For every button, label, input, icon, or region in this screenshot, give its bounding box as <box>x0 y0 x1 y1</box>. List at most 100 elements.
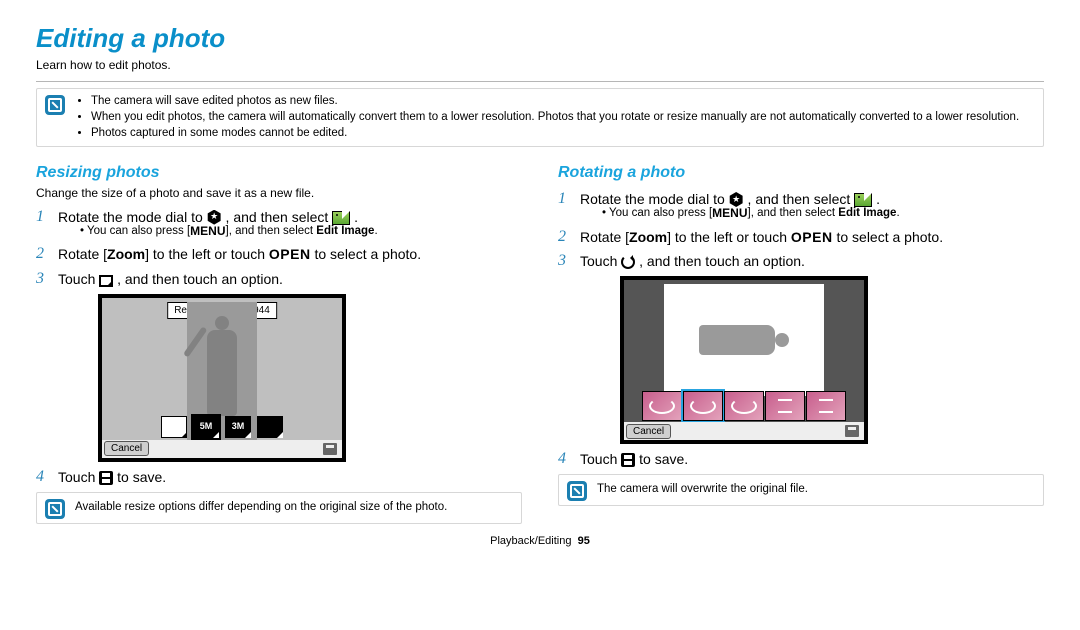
step-text: to save. <box>639 451 688 467</box>
column-rotating: Rotating a photo Rotate the mode dial to… <box>558 159 1044 524</box>
rotating-steps: Rotate the mode dial to , and then selec… <box>558 190 1044 468</box>
step-text: Touch <box>58 271 99 287</box>
camera-screen-resize: Resize : 2592 X 1944 5M 3M C <box>98 294 346 462</box>
rotate-option[interactable] <box>724 391 764 421</box>
step-text: to select a photo. <box>833 229 944 245</box>
step-3: Touch , and then touch an option. Rotate… <box>558 252 1044 444</box>
resize-option-label: 3M <box>232 421 245 433</box>
substep-text: You can also press [ <box>87 225 190 237</box>
note-list: The camera will save edited photos as ne… <box>75 93 1019 142</box>
step-text: ] to the left or touch <box>667 229 791 245</box>
open-label: OPEN <box>269 246 311 262</box>
mode-dial-icon <box>207 210 222 225</box>
note-box-top: The camera will save edited photos as ne… <box>36 88 1044 147</box>
image-thumbnail-icon <box>332 211 350 225</box>
note-icon <box>45 499 65 519</box>
resize-option-selected[interactable]: 5M <box>193 416 219 438</box>
substep-text: . <box>374 225 377 237</box>
substep-text: . <box>896 207 899 219</box>
step-text: Touch <box>580 253 621 269</box>
step-2: Rotate [Zoom] to the left or touch OPEN … <box>558 228 1044 246</box>
screen-toolbar: Cancel <box>102 440 342 458</box>
cancel-button[interactable]: Cancel <box>104 441 149 456</box>
step-1: Rotate the mode dial to , and then selec… <box>558 190 1044 222</box>
resizing-steps: Rotate the mode dial to , and then selec… <box>36 208 522 486</box>
note-box-rotate: The camera will overwrite the original f… <box>558 474 1044 506</box>
save-disk-icon[interactable] <box>845 425 859 437</box>
rotate-option-selected[interactable] <box>683 391 723 421</box>
substep: You can also press [MENU], and then sele… <box>580 206 1044 222</box>
note-text: The camera will overwrite the original f… <box>597 479 808 501</box>
rotate-option[interactable] <box>642 391 682 421</box>
step-text: to select a photo. <box>311 246 422 262</box>
note-icon <box>567 481 587 501</box>
save-icon <box>621 453 635 467</box>
step-bold: Zoom <box>629 229 667 245</box>
step-4: Touch to save. <box>558 450 1044 468</box>
resize-option-label: 5M <box>200 421 213 433</box>
step-text: , and then touch an option. <box>117 271 283 287</box>
page-footer: Playback/Editing 95 <box>36 534 1044 548</box>
column-resizing: Resizing photos Change the size of a pho… <box>36 159 522 524</box>
step-text: to save. <box>117 469 166 485</box>
step-text: Rotate the mode dial to <box>580 191 729 207</box>
step-text: ] to the left or touch <box>145 246 269 262</box>
note-item: The camera will save edited photos as ne… <box>91 94 1019 109</box>
resize-option[interactable] <box>161 416 187 438</box>
save-icon <box>99 471 113 485</box>
substep-bold: Edit Image <box>316 225 374 237</box>
screen-toolbar: Cancel <box>624 422 864 440</box>
step-text: , and then select <box>226 209 333 225</box>
substep: You can also press [MENU], and then sele… <box>58 224 522 240</box>
rotated-preview-frame <box>664 284 824 396</box>
cancel-button[interactable]: Cancel <box>626 424 671 439</box>
step-3: Touch , and then touch an option. Resize… <box>36 270 522 462</box>
substep-text: ], and then select <box>748 207 839 219</box>
image-thumbnail-icon <box>854 193 872 207</box>
resize-options-row: 5M 3M <box>108 416 336 438</box>
substep-text: You can also press [ <box>609 207 712 219</box>
substep-text: ], and then select <box>226 225 317 237</box>
save-disk-icon[interactable] <box>323 443 337 455</box>
step-text: . <box>354 209 358 225</box>
step-text: Rotate the mode dial to <box>58 209 207 225</box>
step-text: , and then touch an option. <box>639 253 805 269</box>
step-text: . <box>876 191 880 207</box>
step-4: Touch to save. <box>36 468 522 486</box>
note-icon <box>45 95 65 115</box>
step-text: Touch <box>580 451 621 467</box>
silhouette-person-rotated <box>699 319 789 361</box>
step-text: Rotate [ <box>580 229 629 245</box>
step-1: Rotate the mode dial to , and then selec… <box>36 208 522 240</box>
step-text: Rotate [ <box>58 246 107 262</box>
open-label: OPEN <box>791 229 833 245</box>
note-text: Available resize options differ dependin… <box>75 497 447 519</box>
page-subtitle: Learn how to edit photos. <box>36 58 1044 74</box>
resize-icon <box>99 275 113 287</box>
step-bold: Zoom <box>107 246 145 262</box>
screen-body: Resize : 2592 X 1944 5M 3M C <box>102 298 342 458</box>
rotate-icon <box>621 255 635 269</box>
rotate-option[interactable] <box>765 391 805 421</box>
resize-option[interactable] <box>257 416 283 438</box>
rotate-options-row <box>624 390 864 422</box>
step-text: , and then select <box>748 191 855 207</box>
silhouette-person <box>201 316 243 416</box>
footer-section: Playback/Editing <box>490 535 571 547</box>
page-title: Editing a photo <box>36 22 1044 56</box>
footer-page-number: 95 <box>578 535 590 547</box>
screen-body: Rotate : Right 90˚ <box>624 280 864 440</box>
note-box-resize: Available resize options differ dependin… <box>36 492 522 524</box>
section-desc: Change the size of a photo and save it a… <box>36 186 522 202</box>
note-item: Photos captured in some modes cannot be … <box>91 126 1019 141</box>
section-heading-resizing: Resizing photos <box>36 163 522 184</box>
two-column-layout: Resizing photos Change the size of a pho… <box>36 159 1044 524</box>
page: Editing a photo Learn how to edit photos… <box>0 0 1080 630</box>
note-item: When you edit photos, the camera will au… <box>91 110 1019 125</box>
resize-option[interactable]: 3M <box>225 416 251 438</box>
mode-dial-icon <box>729 192 744 207</box>
menu-button-icon: MENU <box>190 224 225 240</box>
rotate-option[interactable] <box>806 391 846 421</box>
substep-bold: Edit Image <box>838 207 896 219</box>
menu-button-icon: MENU <box>712 206 747 222</box>
